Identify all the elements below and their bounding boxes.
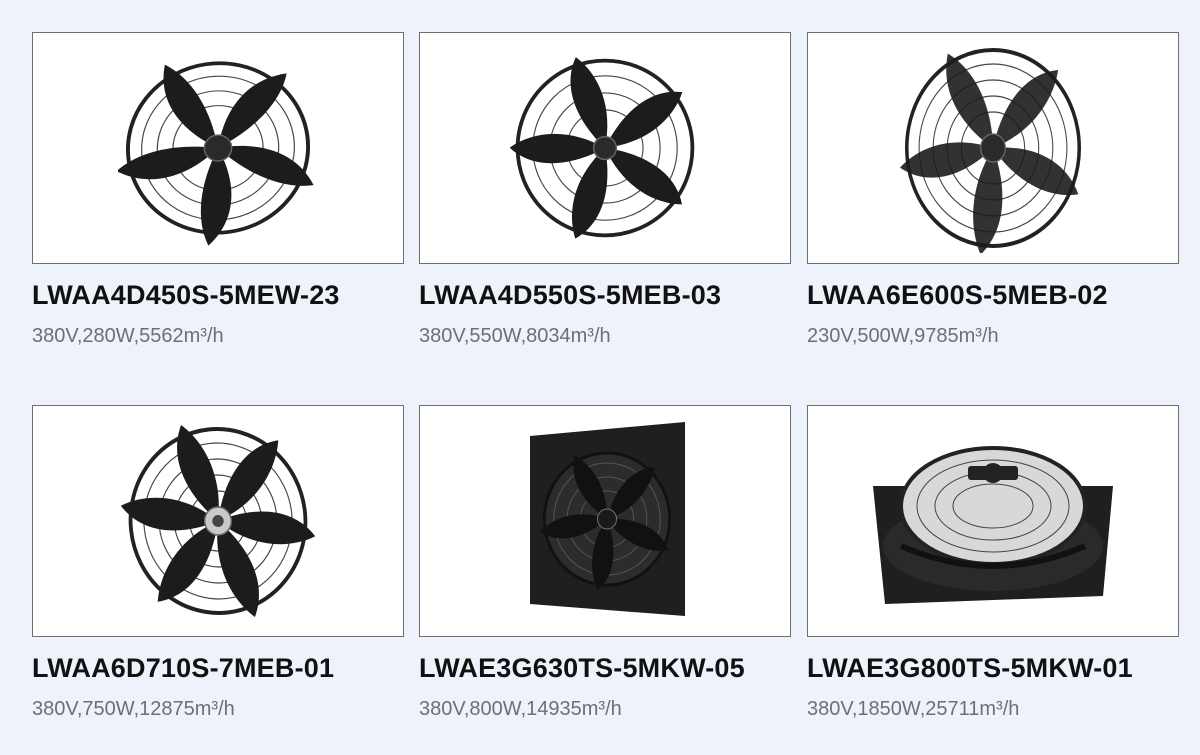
product-image[interactable] (807, 32, 1179, 264)
product-card[interactable]: LWAA4D450S-5MEW-23 380V,280W,5562m³/h (32, 32, 404, 348)
product-card[interactable]: LWAA4D550S-5MEB-03 380V,550W,8034m³/h (419, 32, 791, 348)
product-specs: 380V,550W,8034m³/h (419, 325, 611, 347)
product-title[interactable]: LWAE3G630TS-5MKW-05 (419, 653, 791, 684)
axial-fan-icon (118, 61, 314, 246)
product-title[interactable]: LWAA4D550S-5MEB-03 (419, 280, 791, 311)
product-title[interactable]: LWAA6E600S-5MEB-02 (807, 280, 1179, 311)
product-image[interactable] (419, 405, 791, 637)
product-card[interactable]: LWAE3G630TS-5MKW-05 380V,800W,14935m³/h (419, 405, 791, 721)
axial-fan-icon (120, 424, 316, 618)
product-specs: 380V,800W,14935m³/h (419, 698, 622, 720)
product-specs: 380V,280W,5562m³/h (32, 325, 224, 347)
product-specs: 230V,500W,9785m³/h (807, 325, 999, 347)
product-title[interactable]: LWAA6D710S-7MEB-01 (32, 653, 404, 684)
product-card[interactable]: LWAE3G800TS-5MKW-01 380V,1850W,25711m³/h (807, 405, 1179, 721)
product-title[interactable]: LWAE3G800TS-5MKW-01 (807, 653, 1179, 684)
product-image[interactable] (807, 405, 1179, 637)
product-card[interactable]: LWAA6E600S-5MEB-02 230V,500W,9785m³/h (807, 32, 1179, 348)
product-image[interactable] (419, 32, 791, 264)
wall-plate-fan-icon (873, 446, 1113, 604)
product-card[interactable]: LWAA6D710S-7MEB-01 380V,750W,12875m³/h (32, 405, 404, 721)
product-specs: 380V,1850W,25711m³/h (807, 698, 1020, 720)
product-specs: 380V,750W,12875m³/h (32, 698, 235, 720)
axial-fan-icon (899, 48, 1081, 253)
square-plate-fan-icon (530, 422, 685, 616)
product-title[interactable]: LWAA4D450S-5MEW-23 (32, 280, 404, 311)
product-image[interactable] (32, 405, 404, 637)
product-image[interactable] (32, 32, 404, 264)
axial-fan-icon (510, 57, 695, 239)
